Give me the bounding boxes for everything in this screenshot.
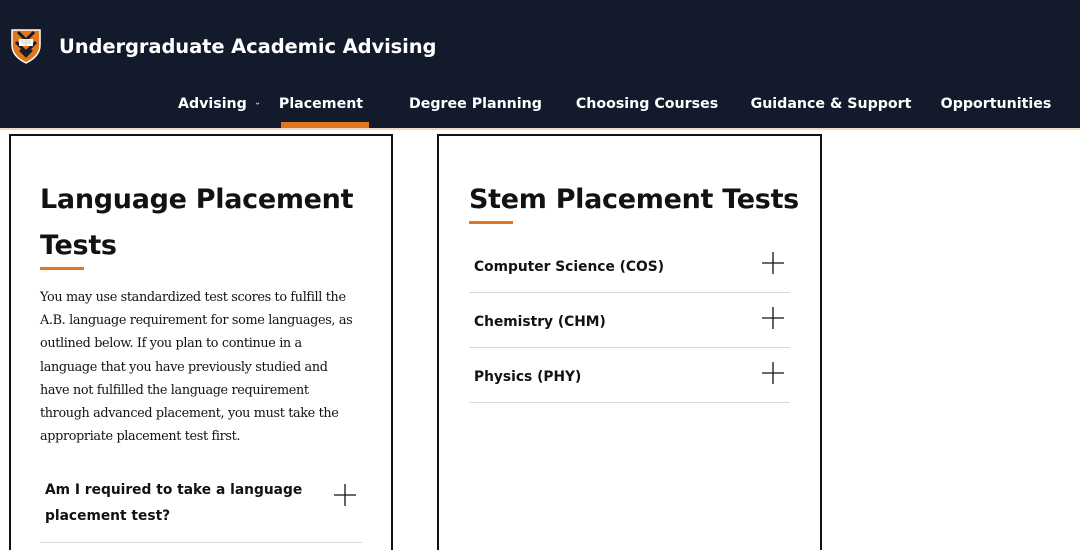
nav-item-label: Placement [278,96,364,112]
accordion-label-line: placement test? [45,508,171,524]
brand[interactable]: Undergraduate Academic Advising [10,28,437,64]
princeton-shield-icon [11,29,41,64]
nav-item-label: Opportunities [940,96,1052,112]
chevron-down-icon [255,102,260,105]
nav-item-label: Guidance & Support [750,96,912,112]
nav-item-advising[interactable]: Advising [178,90,260,128]
nav-item-guidance-support[interactable]: Guidance & Support [750,90,918,128]
intro-line: appropriate placement test first. [40,429,241,445]
site-title[interactable]: Undergraduate Academic Advising [59,35,437,58]
intro-line: have not fulfilled the language requirem… [40,382,309,398]
card-title-line: Language Placement [40,184,354,215]
main-nav: Advising Placement Degree Planning Choos… [0,90,1080,128]
plus-icon[interactable] [762,362,784,384]
card-title: Language Placement Tests [40,177,354,269]
title-underline [469,221,513,224]
plus-icon[interactable] [762,307,784,329]
nav-item-label: Degree Planning [409,96,542,112]
header-divider [0,128,1080,130]
plus-icon[interactable] [334,484,356,506]
site-header: Undergraduate Academic Advising Advising… [0,0,1080,128]
nav-item-label: Advising [178,96,247,112]
intro-line: You may use standardized test scores to … [40,290,346,305]
nav-item-opportunities[interactable]: Opportunities [941,90,1052,128]
accordion-chemistry[interactable]: Chemistry (CHM) [469,293,790,348]
language-placement-card: Language Placement Tests You may use sta… [9,134,393,550]
title-underline [40,267,84,270]
accordion-computer-science[interactable]: Computer Science (COS) [469,238,790,293]
nav-item-choosing-courses[interactable]: Choosing Courses [576,90,726,128]
accordion-label: Computer Science (COS) [474,259,665,275]
card-title: Stem Placement Tests [469,184,799,215]
accordion-label: Physics (PHY) [474,369,582,385]
nav-item-degree-planning[interactable]: Degree Planning [409,90,550,128]
nav-item-placement[interactable]: Placement [278,90,369,128]
intro-paragraph: You may use standardized test scores to … [40,286,365,448]
intro-line: A.B. language requirement for some langu… [40,313,353,329]
plus-icon[interactable] [762,252,784,274]
accordion-label: Am I required to take a language placeme… [45,477,302,529]
intro-line: through advanced placement, you must tak… [40,406,339,422]
card-title-line: Tests [40,230,117,261]
accordion-language-test-required[interactable]: Am I required to take a language placeme… [40,470,362,543]
intro-line: language that you have previously studie… [40,359,328,375]
accordion-physics[interactable]: Physics (PHY) [469,348,790,403]
intro-line: outlined below. If you plan to continue … [40,336,302,352]
accordion-label-line: Am I required to take a language [45,482,303,498]
stem-placement-card: Stem Placement Tests Computer Science (C… [437,134,822,550]
accordion-label: Chemistry (CHM) [474,314,606,330]
nav-item-label: Choosing Courses [575,96,719,112]
